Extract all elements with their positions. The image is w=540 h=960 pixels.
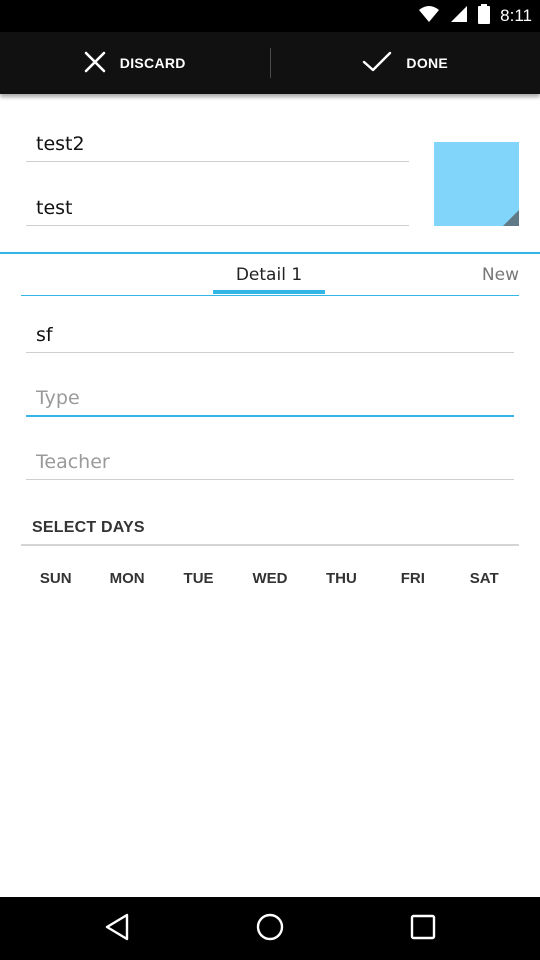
back-button[interactable] bbox=[77, 897, 157, 960]
subtitle-input[interactable]: test bbox=[26, 182, 409, 226]
name-input-value: test2 bbox=[36, 133, 85, 155]
status-icons: 8:11 bbox=[418, 0, 532, 32]
discard-label: DISCARD bbox=[119, 55, 186, 71]
back-icon bbox=[103, 912, 131, 946]
day-thu[interactable]: THU bbox=[306, 566, 377, 592]
day-wed[interactable]: WED bbox=[234, 566, 305, 592]
day-sun[interactable]: SUN bbox=[20, 566, 91, 592]
select-days-divider bbox=[21, 544, 519, 546]
done-button[interactable]: DONE bbox=[271, 32, 540, 94]
subtitle-input-value: test bbox=[36, 197, 73, 219]
battery-icon bbox=[478, 4, 491, 28]
teacher-input[interactable]: Teacher bbox=[26, 435, 514, 480]
name-input[interactable]: test2 bbox=[26, 118, 409, 162]
teacher-input-placeholder: Teacher bbox=[36, 451, 110, 473]
tab-new[interactable]: New bbox=[482, 256, 519, 294]
checkmark-icon bbox=[362, 51, 392, 76]
status-time: 8:11 bbox=[500, 6, 532, 25]
wifi-icon bbox=[418, 5, 440, 27]
tab-detail-1-label: Detail 1 bbox=[235, 265, 303, 285]
recents-icon bbox=[410, 914, 436, 944]
header-separator bbox=[0, 252, 540, 254]
day-tue[interactable]: TUE bbox=[163, 566, 234, 592]
subject-input-value: sf bbox=[36, 324, 53, 346]
done-label: DONE bbox=[406, 55, 449, 71]
subject-input[interactable]: sf bbox=[26, 308, 514, 353]
action-bar: DISCARD DONE bbox=[0, 32, 540, 94]
recents-button[interactable] bbox=[383, 897, 463, 960]
screen: 8:11 DISCARD DONE test2 test Detail 1 Ne… bbox=[0, 0, 540, 960]
navigation-bar bbox=[0, 897, 540, 960]
tabs-strip: Detail 1 New bbox=[21, 256, 519, 296]
color-swatch-button[interactable] bbox=[434, 142, 519, 226]
home-button[interactable] bbox=[230, 897, 310, 960]
day-fri[interactable]: FRI bbox=[377, 566, 448, 592]
status-bar: 8:11 bbox=[0, 0, 540, 32]
home-icon bbox=[255, 912, 285, 946]
days-row: SUN MON TUE WED THU FRI SAT bbox=[20, 566, 520, 592]
tab-new-label: New bbox=[481, 265, 519, 285]
select-days-title: SELECT DAYS bbox=[32, 519, 145, 536]
close-icon bbox=[84, 51, 106, 76]
dropdown-corner-icon bbox=[503, 210, 519, 226]
type-input-placeholder: Type bbox=[36, 387, 80, 409]
day-sat[interactable]: SAT bbox=[449, 566, 520, 592]
tab-detail-1[interactable]: Detail 1 bbox=[213, 256, 325, 294]
day-mon[interactable]: MON bbox=[91, 566, 162, 592]
type-input[interactable]: Type bbox=[26, 372, 514, 417]
discard-button[interactable]: DISCARD bbox=[0, 32, 270, 94]
signal-icon bbox=[450, 5, 468, 27]
tab-selected-indicator bbox=[213, 290, 325, 294]
